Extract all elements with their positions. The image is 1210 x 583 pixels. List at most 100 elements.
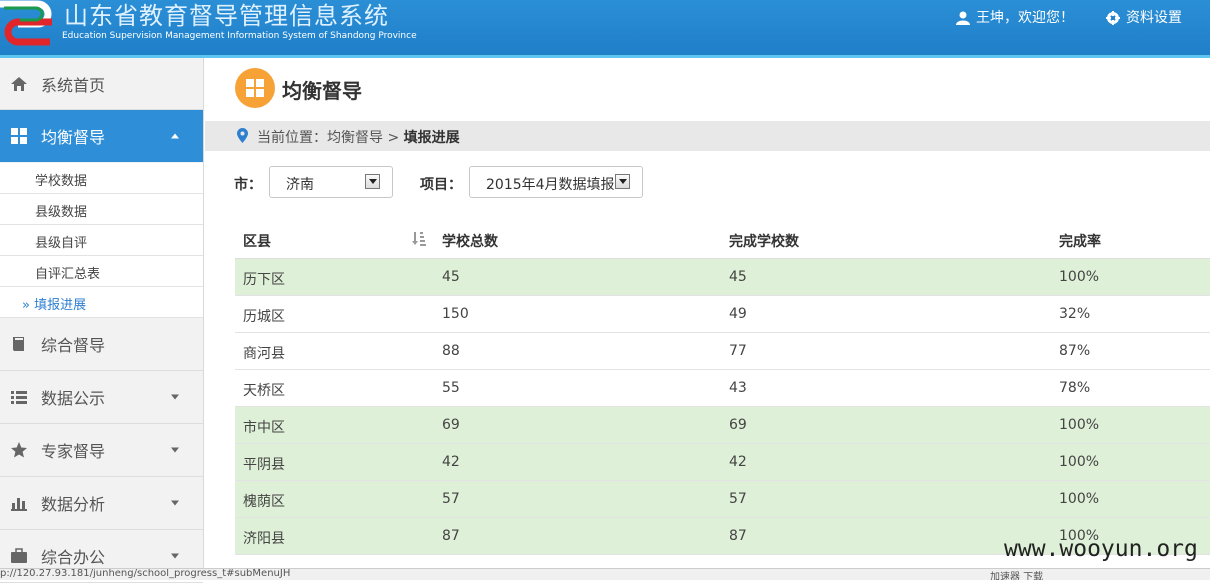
sub-item-label: 县级数据 xyxy=(35,205,88,220)
nav-comprehensive[interactable]: 综合督导 xyxy=(0,318,203,371)
dropdown-arrow-icon[interactable] xyxy=(365,174,380,189)
cell-rate: 100% xyxy=(1059,454,1100,470)
sort-icon[interactable] xyxy=(412,231,426,246)
nav-office-label: 综合办公 xyxy=(41,548,106,567)
nav-expert-label: 专家督导 xyxy=(41,442,106,461)
col-district[interactable]: 区县 xyxy=(243,231,271,251)
logo-icon xyxy=(0,0,52,46)
project-select[interactable]: 2015年4月数据填报 xyxy=(469,166,643,198)
home-icon xyxy=(11,76,27,91)
breadcrumb-text: 当前位置：均衡督导 > 填报进展 xyxy=(257,127,460,147)
briefcase-icon xyxy=(11,548,27,563)
caret-up-icon xyxy=(171,133,179,138)
nav-home[interactable]: 系统首页 xyxy=(0,58,203,110)
app-title: 山东省教育督导管理信息系统 xyxy=(64,2,389,30)
bar-chart-icon xyxy=(11,498,27,511)
cell-district: 槐荫区 xyxy=(243,494,285,510)
nav-balanced-label: 均衡督导 xyxy=(41,127,106,147)
cell-done: 43 xyxy=(729,380,747,396)
cell-total: 57 xyxy=(442,491,460,507)
cell-done: 42 xyxy=(729,454,747,470)
breadcrumb-current: 填报进展 xyxy=(403,130,460,146)
cell-done: 77 xyxy=(729,343,747,359)
table-body: 历下区 45 45 100% 历城区 150 49 32% 商河县 88 77 87% 天桥区 55 43 7… xyxy=(235,259,1210,555)
status-tools[interactable]: 加速器 下载 xyxy=(990,569,1043,580)
app-subtitle: Education Supervision Management Informa… xyxy=(62,31,417,41)
dropdown-arrow-icon[interactable] xyxy=(615,174,630,189)
caret-down-icon xyxy=(171,447,179,453)
list-icon xyxy=(11,391,27,404)
nav-comprehensive-label: 综合督导 xyxy=(41,336,106,355)
cell-district: 平阴县 xyxy=(243,457,285,473)
module-grid-icon xyxy=(235,68,275,108)
cell-rate: 100% xyxy=(1059,417,1100,433)
sidebar: 系统首页 均衡督导 学校数据 县级数据 县级自评 自评汇总表 » 填报进展 综合… xyxy=(0,58,204,583)
city-label: 市： xyxy=(234,177,262,193)
sub-item-fill-progress[interactable]: » 填报进展 xyxy=(0,287,203,318)
table-row: 平阴县 42 42 100% xyxy=(235,444,1210,481)
star-icon xyxy=(11,442,27,458)
sub-item-label: 学校数据 xyxy=(35,174,88,189)
table-row: 历城区 150 49 32% xyxy=(235,296,1210,333)
col-completion-rate[interactable]: 完成率 xyxy=(1059,231,1101,251)
cell-rate: 78% xyxy=(1059,380,1091,396)
cell-total: 45 xyxy=(442,269,460,285)
cell-done: 57 xyxy=(729,491,747,507)
project-select-value: 2015年4月数据填报 xyxy=(486,177,615,193)
city-select[interactable]: 济南 xyxy=(269,166,393,198)
nav-balanced[interactable]: 均衡督导 xyxy=(0,110,203,162)
col-completed-schools[interactable]: 完成学校数 xyxy=(729,231,799,251)
settings-link[interactable]: 资料设置 xyxy=(1106,7,1182,27)
breadcrumb: 当前位置：均衡督导 > 填报进展 xyxy=(205,121,1210,151)
cell-district: 历城区 xyxy=(243,309,285,325)
sub-item-label: 自评汇总表 xyxy=(35,267,101,282)
nav-data-public[interactable]: 数据公示 xyxy=(0,371,203,424)
nav-analysis[interactable]: 数据分析 xyxy=(0,477,203,530)
cell-rate: 87% xyxy=(1059,343,1091,359)
cell-done: 69 xyxy=(729,417,747,433)
watermark: www.wooyun.org xyxy=(1004,536,1198,562)
caret-down-icon xyxy=(171,500,179,506)
gear-icon xyxy=(1106,11,1120,25)
cell-total: 69 xyxy=(442,417,460,433)
table-row: 天桥区 55 43 78% xyxy=(235,370,1210,407)
col-total-schools[interactable]: 学校总数 xyxy=(442,231,498,251)
status-url: p://120.27.93.181/junheng/school_progres… xyxy=(0,568,291,579)
sub-item-school-data[interactable]: 学校数据 xyxy=(0,163,203,194)
sub-item-self-eval-summary[interactable]: 自评汇总表 xyxy=(0,256,203,287)
cell-rate: 100% xyxy=(1059,491,1100,507)
cell-total: 55 xyxy=(442,380,460,396)
nav-home-label: 系统首页 xyxy=(41,75,106,95)
page-heading: 均衡督导 xyxy=(205,58,1210,120)
sub-item-county-data[interactable]: 县级数据 xyxy=(0,194,203,225)
table-row: 商河县 88 77 87% xyxy=(235,333,1210,370)
top-header: 山东省教育督导管理信息系统 Education Supervision Mana… xyxy=(0,0,1210,58)
book-icon xyxy=(12,337,24,351)
breadcrumb-prefix: 当前位置：均衡督导 > xyxy=(257,130,404,146)
status-bar: p://120.27.93.181/junheng/school_progres… xyxy=(0,568,1210,580)
table-row: 槐荫区 57 57 100% xyxy=(235,481,1210,518)
caret-down-icon xyxy=(171,553,179,559)
sub-item-label: » 填报进展 xyxy=(22,298,87,313)
cell-done: 45 xyxy=(729,269,747,285)
project-label: 项目： xyxy=(420,177,462,193)
cell-district: 历下区 xyxy=(243,272,285,288)
cell-district: 商河县 xyxy=(243,346,285,362)
city-select-value: 济南 xyxy=(286,177,314,193)
table-row: 市中区 69 69 100% xyxy=(235,407,1210,444)
cell-done: 87 xyxy=(729,528,747,544)
cell-rate: 100% xyxy=(1059,269,1100,285)
user-greeting-text: 王坤，欢迎您！ xyxy=(976,10,1074,26)
cell-district: 市中区 xyxy=(243,420,285,436)
cell-district: 天桥区 xyxy=(243,383,285,399)
location-pin-icon xyxy=(237,128,248,143)
table-header: 区县 学校总数 完成学校数 完成率 xyxy=(235,222,1210,259)
cell-done: 49 xyxy=(729,306,747,322)
progress-table: 区县 学校总数 完成学校数 完成率 历下区 45 45 100% 历城区 150 49 32%… xyxy=(235,222,1210,555)
user-greeting[interactable]: 王坤，欢迎您！ xyxy=(956,7,1074,27)
nav-expert[interactable]: 专家督导 xyxy=(0,424,203,477)
grid-icon xyxy=(11,127,27,144)
nav-data-public-label: 数据公示 xyxy=(41,389,106,408)
sub-item-county-self-eval[interactable]: 县级自评 xyxy=(0,225,203,256)
cell-rate: 32% xyxy=(1059,306,1091,322)
